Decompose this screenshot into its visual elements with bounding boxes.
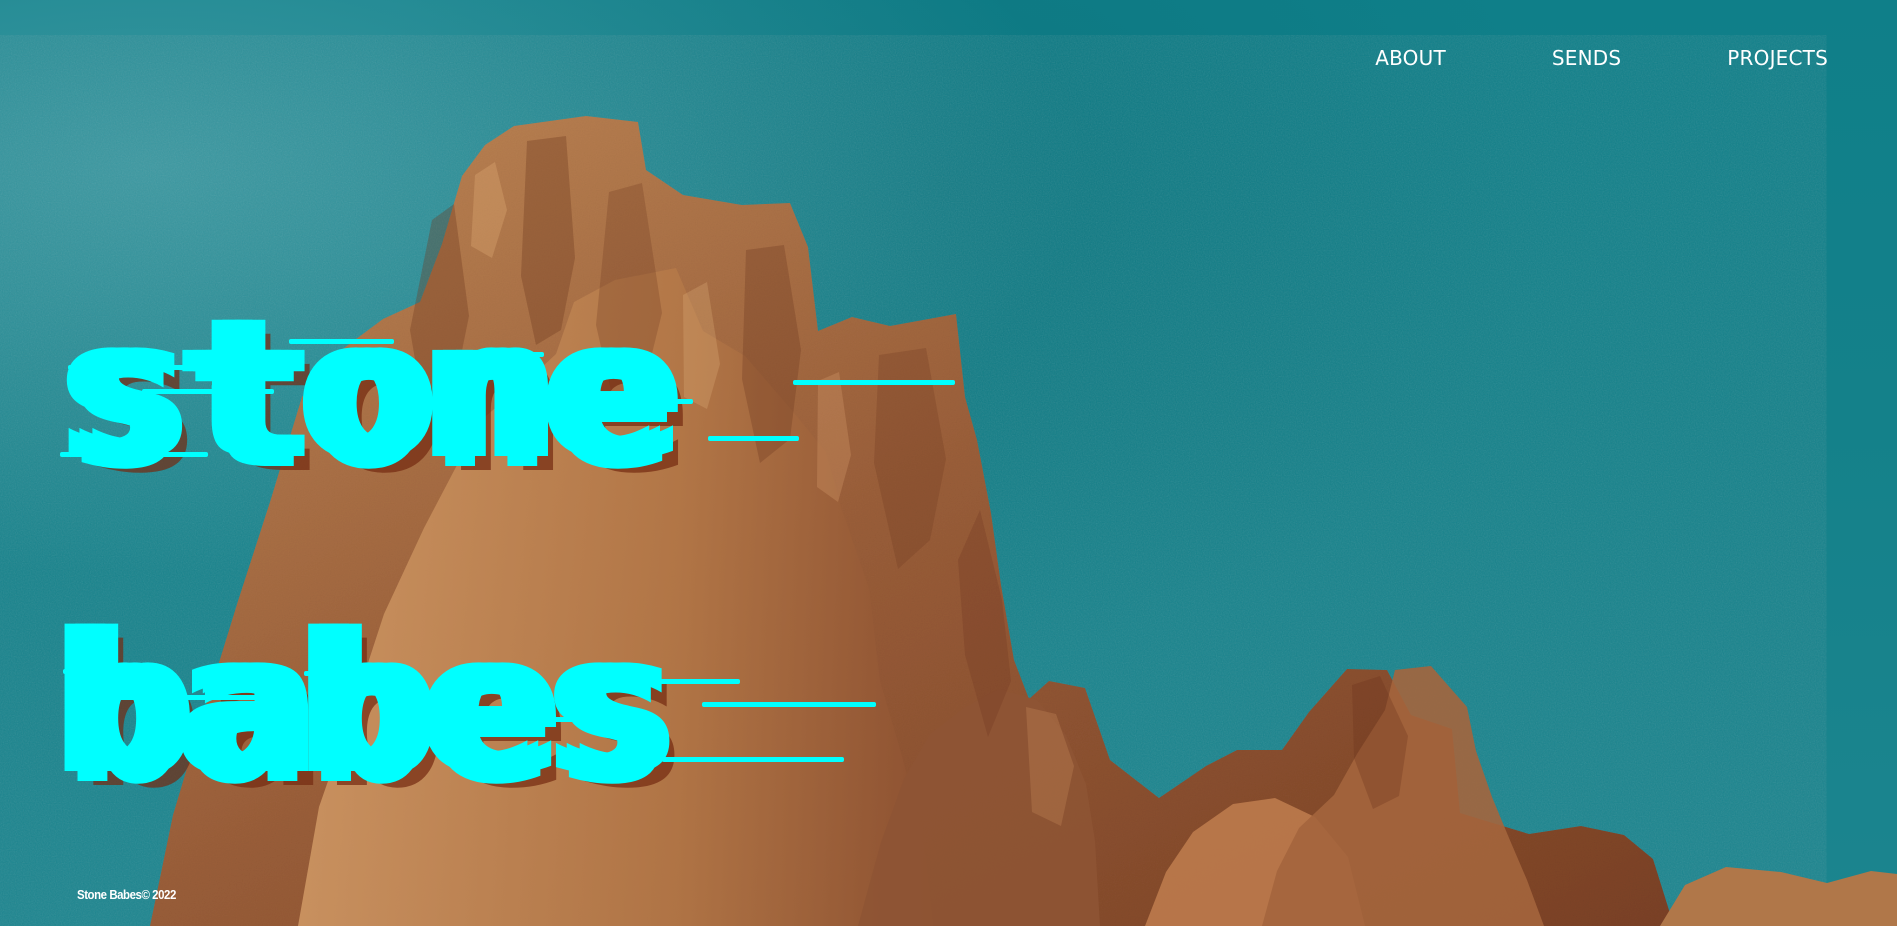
title-line-stone: stone stone [60,276,960,502]
title-line-babes: babes babes [60,591,960,817]
nav-link-sends[interactable]: SENDS [1552,46,1621,70]
nav-link-projects[interactable]: PROJECTS [1727,46,1828,70]
footer-copyright: Stone Babes© 2022 [77,887,176,902]
hero-section: ABOUT SENDS PROJECTS stone stone babes b… [0,0,1897,926]
nav-link-about[interactable]: ABOUT [1375,46,1446,70]
hero-title: stone stone babes babes [60,276,960,817]
main-navigation: ABOUT SENDS PROJECTS [1375,46,1828,70]
title-babes-text: babes [60,591,673,817]
title-stone-text: stone [60,276,673,502]
